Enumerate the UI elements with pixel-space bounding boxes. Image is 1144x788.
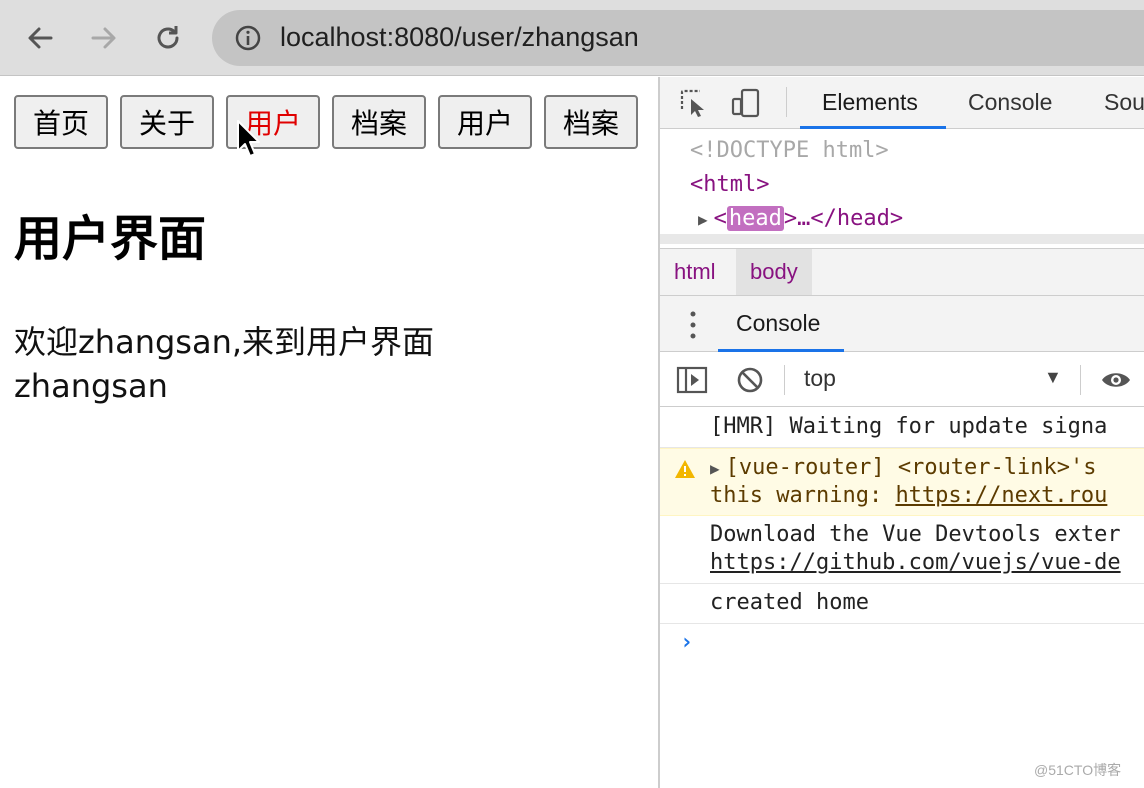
browser-toolbar: localhost:8080/user/zhangsan bbox=[0, 0, 1144, 76]
arrow-left-icon bbox=[28, 27, 53, 49]
dropdown-arrow-icon[interactable]: ▼ bbox=[1044, 367, 1062, 388]
expand-triangle-icon[interactable]: ▶ bbox=[710, 459, 720, 478]
elements-tree: <!DOCTYPE html> <html> ▶ <head>…</head> bbox=[660, 130, 1144, 244]
pane-resizer[interactable] bbox=[660, 234, 1144, 244]
toolbar-divider bbox=[1080, 365, 1081, 395]
username-text: zhangsan bbox=[14, 367, 168, 405]
breadcrumb-html[interactable]: html bbox=[660, 249, 730, 295]
console-prompt[interactable]: › bbox=[680, 630, 693, 655]
head-tag-highlight: head bbox=[726, 206, 784, 231]
forward-button[interactable] bbox=[82, 16, 126, 60]
toolbar-divider bbox=[784, 365, 785, 395]
console-message: created home bbox=[660, 584, 1144, 624]
devtools-tabbar: Elements Console Sou bbox=[660, 77, 1144, 129]
drawer-tab-console[interactable]: Console bbox=[736, 310, 820, 337]
profile-button-2[interactable]: 档案 bbox=[544, 95, 638, 149]
eye-icon[interactable] bbox=[1100, 365, 1132, 395]
profile-button[interactable]: 档案 bbox=[332, 95, 426, 149]
warning-link[interactable]: https://next.rou bbox=[895, 483, 1107, 508]
active-tab-indicator bbox=[800, 126, 946, 129]
user-button-2[interactable]: 用户 bbox=[438, 95, 532, 149]
html-node[interactable]: <html> bbox=[690, 172, 769, 197]
device-toolbar-icon[interactable] bbox=[730, 87, 762, 119]
home-button[interactable]: 首页 bbox=[14, 95, 108, 149]
clear-console-icon[interactable] bbox=[734, 365, 766, 395]
reload-button[interactable] bbox=[146, 16, 190, 60]
mouse-cursor-icon bbox=[237, 120, 260, 157]
tab-elements[interactable]: Elements bbox=[822, 89, 918, 116]
tab-console[interactable]: Console bbox=[968, 89, 1052, 116]
breadcrumb: html body bbox=[660, 248, 1144, 296]
info-circle-icon[interactable] bbox=[234, 24, 262, 52]
page-nav: 首页 关于 用户 档案 用户 档案 bbox=[14, 95, 638, 149]
tab-sources[interactable]: Sou bbox=[1104, 89, 1144, 116]
welcome-text: 欢迎zhangsan,来到用户界面 bbox=[14, 323, 435, 361]
about-button[interactable]: 关于 bbox=[120, 95, 214, 149]
expand-triangle-icon[interactable]: ▶ bbox=[698, 210, 708, 229]
page-viewport: 首页 关于 用户 档案 用户 档案 用户界面 欢迎zhangsan,来到用户界面… bbox=[0, 77, 658, 788]
warning-icon bbox=[675, 460, 695, 478]
address-bar[interactable]: localhost:8080/user/zhangsan bbox=[212, 10, 1144, 66]
back-button[interactable] bbox=[18, 16, 62, 60]
drawer-header: Console bbox=[660, 296, 1144, 352]
doctype-node[interactable]: <!DOCTYPE html> bbox=[690, 138, 889, 163]
console-toolbar: top ▼ bbox=[660, 353, 1144, 407]
vue-devtools-link[interactable]: https://github.com/vuejs/vue-de bbox=[710, 550, 1121, 575]
console-warning: ▶ [vue-router] <router-link>'s this warni… bbox=[660, 448, 1144, 516]
drawer-tab-indicator bbox=[718, 349, 844, 352]
breadcrumb-body[interactable]: body bbox=[736, 249, 812, 295]
inspect-element-icon[interactable] bbox=[678, 87, 710, 119]
console-message: [HMR] Waiting for update signa bbox=[660, 408, 1144, 448]
show-sidebar-icon[interactable] bbox=[676, 365, 708, 395]
context-select[interactable]: top bbox=[804, 365, 836, 392]
console-message: Download the Vue Devtools exter https://… bbox=[660, 516, 1144, 584]
toolbar-divider bbox=[786, 87, 787, 117]
watermark: @51CTO博客 bbox=[1034, 762, 1122, 778]
url-text[interactable]: localhost:8080/user/zhangsan bbox=[280, 22, 639, 53]
page-title: 用户界面 bbox=[14, 211, 207, 267]
more-options-icon[interactable] bbox=[690, 310, 696, 340]
reload-icon bbox=[157, 26, 179, 49]
devtools-panel: Elements Console Sou <!DOCTYPE html> <ht… bbox=[658, 77, 1144, 788]
head-node[interactable]: ▶ <head>…</head> bbox=[698, 206, 903, 231]
arrow-right-icon bbox=[91, 27, 116, 49]
